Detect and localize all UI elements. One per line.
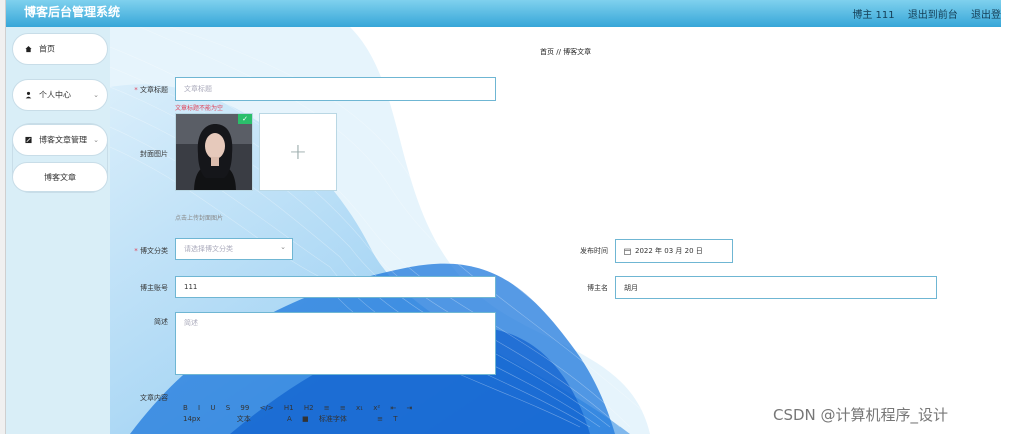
superscript-button[interactable]: x² [373,403,380,414]
publish-date-value: 2022 年 03 月 20 日 [635,247,703,255]
chevron-down-icon: ⌄ [280,243,286,251]
bullet-list-button[interactable]: ≡ [340,403,346,414]
publish-date-input[interactable]: 2022 年 03 月 20 日 [615,239,733,263]
clear-format-icon[interactable]: T [393,414,397,425]
portrait-photo [176,114,252,190]
breadcrumb: 首页 // 博客文章 [540,48,592,56]
h1-button[interactable]: H1 [284,403,294,414]
plus-icon: + [288,139,308,165]
header-actions: 博主 111 退出到前台 退出登 [842,6,1001,21]
sidebar: 首页 个人中心 ⌄ 博客文章管理 ⌄ 博客文章 [6,27,110,434]
content-label: 文章内容 [140,394,168,402]
account-label: 博主账号 [140,284,168,292]
edit-icon [25,136,32,144]
font-family-select[interactable]: 标准字体 [319,414,347,425]
font-color-icon[interactable]: A [287,414,292,425]
sidebar-item-personal-label: 个人中心 [39,90,71,100]
sidebar-item-blog-article[interactable]: 博客文章 [12,162,108,192]
uploaded-check-icon: ✓ [238,114,252,124]
sidebar-item-blog-mgmt[interactable]: 博客文章管理 ⌄ [12,124,108,156]
toolbar-row-2: 14px 文本 A ■ 标准字体 ≡ T [175,414,495,425]
sidebar-item-home[interactable]: 首页 [12,33,108,65]
cover-image-thumbnail[interactable]: ✓ [175,113,253,191]
toolbar-row-1: B I U S 99 </> H1 H2 ≡ ≡ x₁ x² ⇤ ⇥ [175,403,495,414]
category-select[interactable]: 请选择博文分类 ⌄ [175,238,293,260]
title-label: 文章标题 [110,85,168,95]
user-icon [25,91,32,99]
title-error-text: 文章标题不能为空 [175,105,224,112]
top-header: 博客后台管理系统 博主 111 退出到前台 退出登 [6,0,1001,27]
subscript-button[interactable]: x₁ [356,403,363,414]
align-icon[interactable]: ≡ [377,414,383,425]
user-label: 博主 111 [852,10,895,21]
title-placeholder: 文章标题 [184,85,212,93]
brand-title: 博客后台管理系统 [24,5,121,19]
h2-button[interactable]: H2 [304,403,314,414]
back-to-front-link[interactable]: 退出到前台 [908,10,958,21]
blogger-name-input[interactable]: 胡月 [615,276,937,299]
background-color-icon[interactable]: ■ [302,414,309,425]
upload-cover-button[interactable]: + [259,113,337,191]
summary-textarea[interactable]: 简述 [175,312,496,375]
app-root: 博客后台管理系统 博主 111 退出到前台 退出登 首页 个人中心 ⌄ 博客文章… [0,0,1011,434]
csdn-watermark: CSDN @计算机程序_设计 [773,406,949,424]
quote-button[interactable]: 99 [240,403,249,414]
underline-button[interactable]: U [210,403,215,414]
upload-hint-text: 点击上传封面图片 [175,215,224,222]
rich-text-toolbar: B I U S 99 </> H1 H2 ≡ ≡ x₁ x² ⇤ ⇥ 14px … [175,403,495,425]
chevron-down-icon: ⌄ [93,91,99,99]
ordered-list-button[interactable]: ≡ [324,403,330,414]
sidebar-item-personal[interactable]: 个人中心 ⌄ [12,79,108,111]
strike-button[interactable]: S [226,403,230,414]
calendar-icon [624,248,631,255]
font-size-select[interactable]: 14px [183,414,201,425]
text-style-select[interactable]: 文本 [237,414,251,425]
code-button[interactable]: </> [260,403,274,414]
sidebar-item-home-label: 首页 [39,44,55,54]
blogger-name-label: 博主名 [587,284,608,292]
main-content: 首页 // 博客文章 文章标题 文章标题 文章标题不能为空 封面图片 ✓ + 点… [110,27,1001,434]
cover-label: 封面图片 [140,150,168,158]
sidebar-item-blog-mgmt-label: 博客文章管理 [39,135,87,145]
account-value: 111 [184,283,198,291]
category-placeholder: 请选择博文分类 [184,245,233,253]
blogger-name-value: 胡月 [624,283,638,292]
summary-label: 简述 [154,318,168,326]
indent-button[interactable]: ⇥ [407,403,413,414]
logout-link[interactable]: 退出登 [971,10,1001,21]
title-input[interactable]: 文章标题 [175,77,496,101]
outdent-button[interactable]: ⇤ [390,403,396,414]
publish-time-label: 发布时间 [580,247,608,255]
account-input[interactable]: 111 [175,276,496,298]
category-label: 博文分类 [110,246,168,256]
italic-button[interactable]: I [198,403,200,414]
chevron-down-icon: ⌄ [93,136,99,144]
bold-button[interactable]: B [183,403,188,414]
summary-placeholder: 简述 [184,319,198,327]
home-icon [25,45,32,53]
